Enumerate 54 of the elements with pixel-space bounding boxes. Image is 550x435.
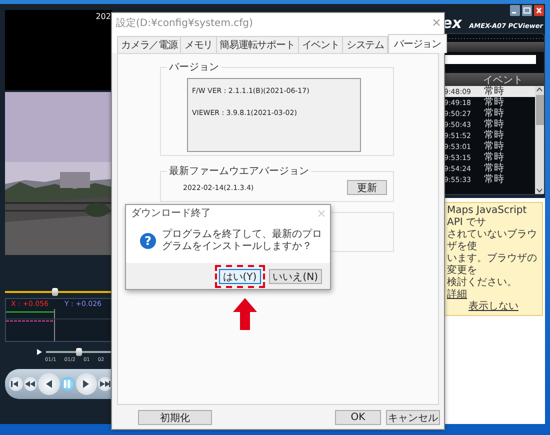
ok-button[interactable]: OK [335, 410, 381, 424]
event-cell: 常時 [484, 163, 504, 174]
video-timestamp: 202 [94, 11, 112, 23]
play-button[interactable] [76, 373, 98, 395]
question-icon: ? [140, 233, 156, 249]
maximize-button[interactable] [522, 5, 532, 16]
tab[interactable]: カメラ／電源 [117, 36, 182, 53]
message-text: プログラムを終了して、最新のプログラムをインストールしますか？ [162, 229, 322, 253]
tab[interactable]: バージョン [388, 34, 448, 53]
event-cell: 常時 [484, 86, 504, 97]
column-header: イベント [483, 74, 523, 86]
event-cell: 常時 [484, 174, 504, 185]
reverse-play-button[interactable] [38, 373, 60, 395]
event-cell: 常時 [484, 130, 504, 141]
step-forward-icon [100, 379, 111, 389]
tab[interactable]: 簡易運転サポート [216, 36, 299, 53]
notice-text: されていないブラウザを使 [447, 229, 538, 252]
scrollbar[interactable] [535, 86, 544, 194]
notice-text: います。ブラウザの変更を [447, 253, 538, 276]
step-forward-button[interactable] [98, 377, 112, 391]
window-title: 設定(D:¥config¥system.cfg) [116, 16, 253, 30]
tab[interactable]: メモリ [180, 36, 217, 53]
close-button[interactable] [534, 5, 544, 16]
tab[interactable]: システム [342, 36, 388, 53]
skip-start-button[interactable] [9, 377, 23, 391]
details-link[interactable]: 詳細 [447, 289, 467, 300]
scroll-thumb[interactable] [536, 95, 544, 125]
reverse-play-icon [44, 379, 55, 389]
event-cell: 常時 [484, 108, 504, 119]
event-cell: 常時 [484, 119, 504, 130]
group-title: バージョン [168, 61, 220, 74]
yes-button[interactable]: はい(Y) [218, 268, 261, 284]
annotation-arrow [233, 298, 257, 330]
update-button[interactable]: 更新 [347, 180, 387, 195]
step-back-icon [25, 379, 36, 389]
event-cell: 常時 [484, 141, 504, 152]
cancel-button[interactable]: キャンセル [386, 410, 440, 424]
dismiss-link[interactable]: 表示しない [468, 301, 518, 312]
close-icon[interactable] [433, 19, 440, 26]
minimize-button[interactable] [510, 5, 520, 16]
event-cell: 常時 [484, 152, 504, 163]
notice-text: 検討ください。 [447, 277, 517, 288]
event-cell: 常時 [484, 97, 504, 108]
play-icon[interactable] [37, 349, 42, 355]
step-back-button[interactable] [24, 377, 38, 391]
playback-thumb[interactable] [76, 348, 82, 356]
notice-text: Maps JavaScript API でサ [447, 205, 528, 228]
no-button[interactable]: いいえ(N) [268, 268, 322, 284]
slider-thumb[interactable] [52, 288, 58, 296]
input-field[interactable] [443, 55, 536, 64]
dialog-title: ダウンロード終了 [131, 207, 211, 220]
tab[interactable]: イベント [298, 36, 344, 53]
reset-button[interactable]: 初期化 [138, 410, 212, 424]
group-title: 最新ファームウエアバージョン [168, 164, 310, 178]
